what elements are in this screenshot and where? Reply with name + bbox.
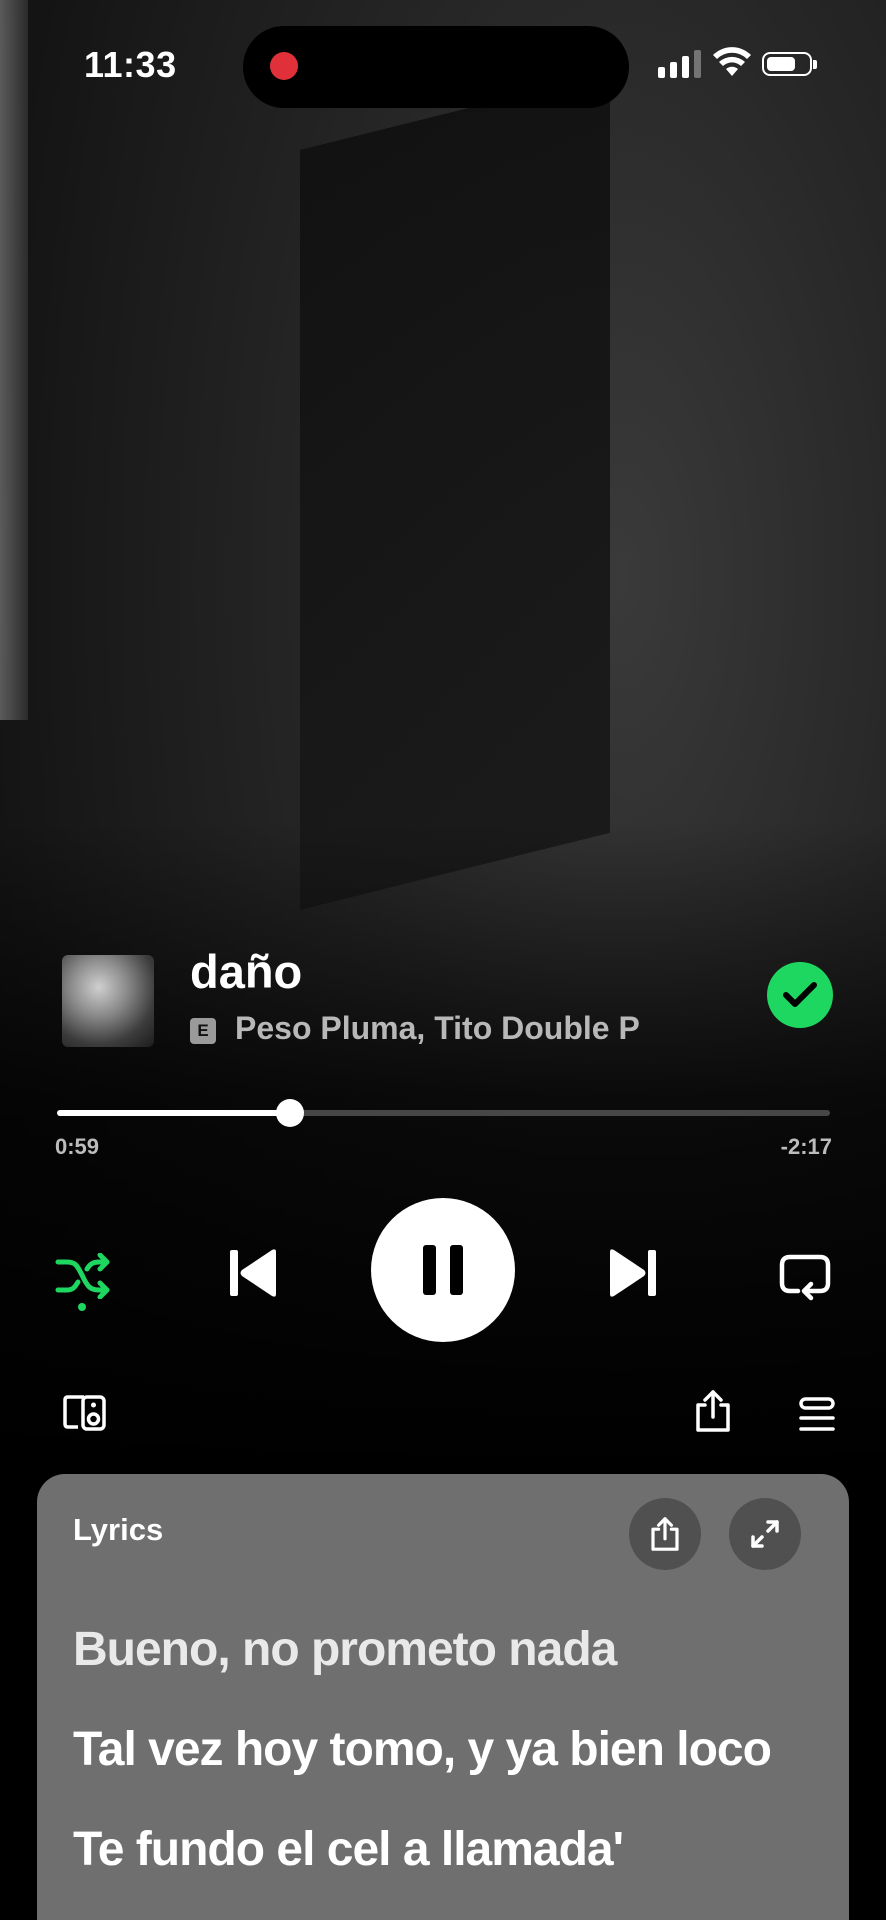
connect-device-icon xyxy=(63,1395,106,1431)
lyrics-line: Tal vez hoy tomo, y ya bien loco xyxy=(73,1723,772,1776)
shuffle-active-dot xyxy=(78,1303,86,1311)
skip-previous-icon xyxy=(230,1249,276,1297)
lyrics-expand-button[interactable] xyxy=(729,1498,801,1570)
share-icon xyxy=(696,1390,730,1432)
track-artists[interactable]: Peso Pluma, Tito Double P xyxy=(235,1010,640,1047)
share-button[interactable] xyxy=(688,1386,738,1436)
lyrics-line: Te fundo el cel a llamada' xyxy=(73,1823,624,1876)
next-track-button[interactable] xyxy=(600,1240,666,1306)
explicit-badge: E xyxy=(190,1018,216,1044)
wifi-icon xyxy=(713,47,751,76)
shuffle-button[interactable] xyxy=(48,1244,118,1308)
previous-track-button[interactable] xyxy=(220,1240,286,1306)
lyrics-label: Lyrics xyxy=(73,1512,164,1547)
dynamic-island xyxy=(243,26,629,108)
status-time: 11:33 xyxy=(84,44,177,85)
skip-next-icon xyxy=(610,1249,656,1297)
check-icon xyxy=(783,982,817,1007)
background-canvas-shape xyxy=(300,72,610,911)
repeat-icon xyxy=(779,1254,831,1301)
elapsed-time: 0:59 xyxy=(55,1134,100,1159)
queue-icon xyxy=(799,1397,835,1431)
recording-indicator xyxy=(270,52,298,80)
lyrics-share-button[interactable] xyxy=(629,1498,701,1570)
status-bar: 11:33 xyxy=(0,0,886,130)
repeat-button[interactable] xyxy=(773,1244,837,1308)
pause-button[interactable] xyxy=(371,1198,515,1342)
saved-to-library-button[interactable] xyxy=(767,962,833,1028)
pause-icon xyxy=(423,1245,463,1295)
remaining-time: -2:17 xyxy=(780,1134,832,1159)
track-title[interactable]: daño xyxy=(190,944,302,999)
battery-icon xyxy=(762,52,817,76)
lyrics-line: Bueno, no prometo nada xyxy=(73,1623,617,1676)
connect-device-button[interactable] xyxy=(60,1388,110,1438)
expand-icon xyxy=(751,1520,779,1548)
shuffle-icon xyxy=(55,1253,110,1299)
cellular-signal-icon xyxy=(658,48,701,78)
lyrics-card[interactable]: Lyrics Bueno, no prometo nada Tal vez ho… xyxy=(37,1474,849,1920)
share-icon xyxy=(651,1517,679,1551)
progress-bar[interactable] xyxy=(57,1099,830,1127)
progress-fill xyxy=(57,1110,291,1116)
queue-button[interactable] xyxy=(794,1392,840,1438)
album-art-thumbnail[interactable] xyxy=(62,955,154,1047)
now-playing-screen: 11:33 daño E Peso Pluma, Tito Double P 0… xyxy=(0,0,886,1920)
